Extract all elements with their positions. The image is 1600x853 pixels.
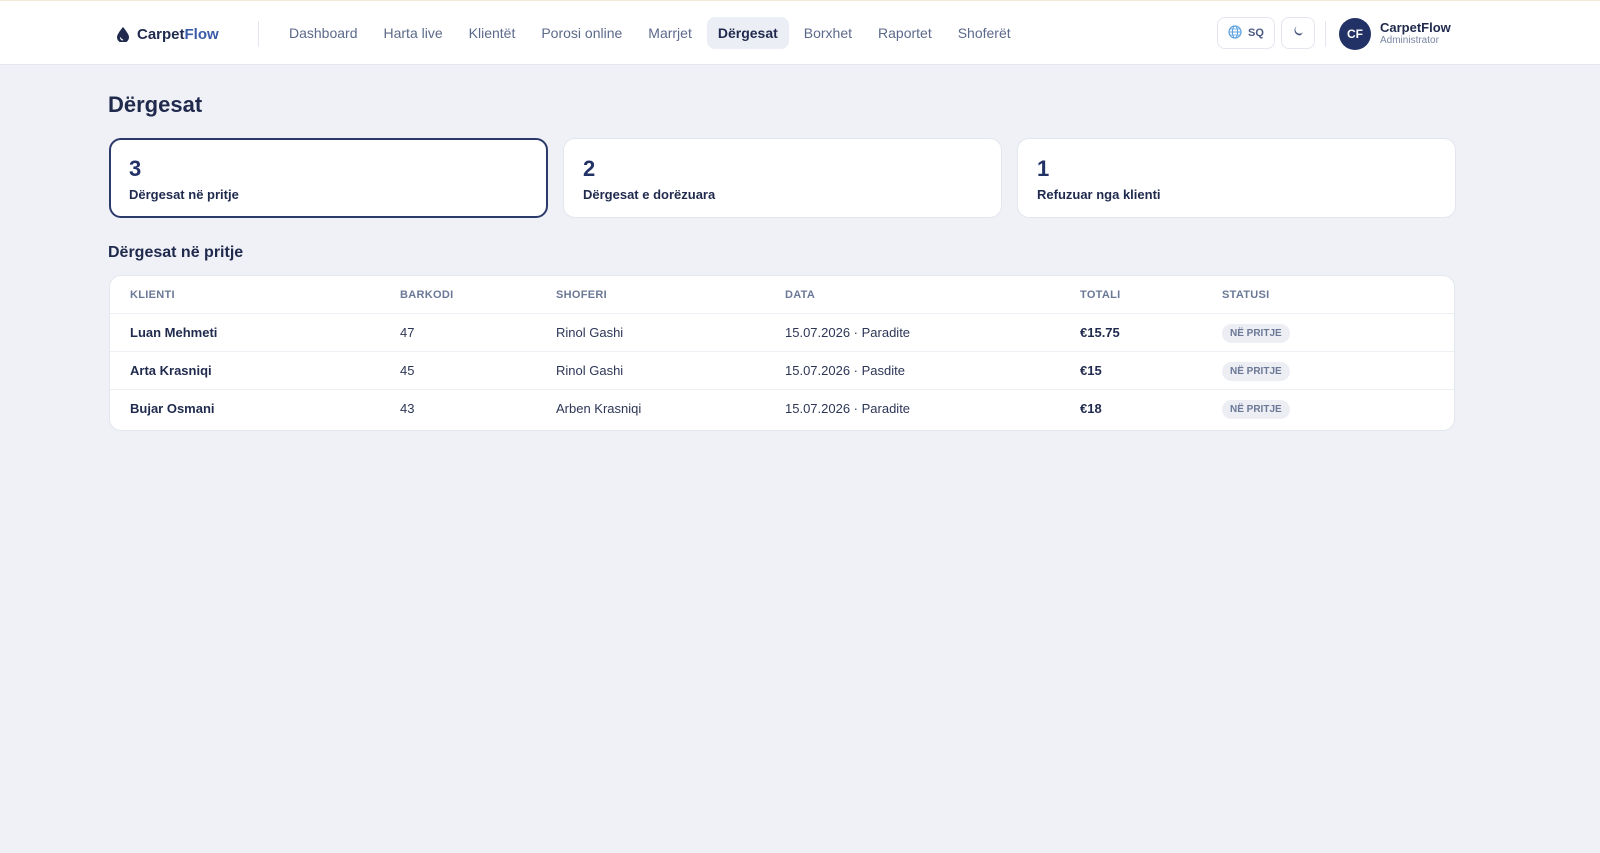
- divider: [1325, 21, 1326, 47]
- table-row[interactable]: Luan Mehmeti 47 Rinol Gashi 15.07.2026 ·…: [110, 314, 1454, 352]
- divider: [258, 21, 259, 47]
- main-nav: Dashboard Harta live Klientët Porosi onl…: [278, 17, 1022, 49]
- client-name: Luan Mehmeti: [130, 325, 218, 340]
- table-header: KLIENTI BARKODI SHOFERI DATA TOTALI STAT…: [110, 276, 1454, 314]
- brand-name-flow: Flow: [184, 25, 219, 43]
- status-cell: NË PRITJE: [1222, 314, 1290, 352]
- barcode: 45: [400, 363, 415, 378]
- barcode: 43: [400, 401, 415, 416]
- column-header-total[interactable]: TOTALI: [1080, 276, 1121, 314]
- nav-item-shoferet[interactable]: Shoferët: [947, 17, 1022, 49]
- table-row[interactable]: Bujar Osmani 43 Arben Krasniqi 15.07.202…: [110, 390, 1454, 428]
- total-amount: €15: [1080, 363, 1102, 378]
- delivery-date: 15.07.2026 · Paradite: [785, 401, 911, 416]
- stat-value: 1: [1037, 156, 1050, 181]
- language-button[interactable]: SQ: [1217, 17, 1275, 49]
- brand-name: CarpetFlow: [137, 26, 219, 43]
- nav-item-borxhet[interactable]: Borxhet: [793, 17, 863, 49]
- drop-icon: [117, 26, 129, 42]
- client-name: Bujar Osmani: [130, 401, 215, 416]
- driver-name: Rinol Gashi: [556, 325, 624, 340]
- theme-toggle-button[interactable]: [1281, 17, 1315, 49]
- stat-card-pending[interactable]: 3 Dërgesat në pritje: [109, 138, 548, 218]
- driver-name: Arben Krasniqi: [556, 401, 642, 416]
- status-badge: NË PRITJE: [1222, 324, 1290, 343]
- deliveries-table: KLIENTI BARKODI SHOFERI DATA TOTALI STAT…: [109, 275, 1455, 431]
- nav-item-dashboard[interactable]: Dashboard: [278, 17, 369, 49]
- nav-item-harta-live[interactable]: Harta live: [373, 17, 454, 49]
- total-amount: €18: [1080, 401, 1102, 416]
- stat-label: Dërgesat e dorëzuara: [583, 187, 716, 202]
- stat-label: Refuzuar nga klienti: [1037, 187, 1161, 202]
- moon-icon: [1292, 24, 1304, 42]
- nav-item-raportet[interactable]: Raportet: [867, 17, 943, 49]
- avatar[interactable]: CF: [1339, 18, 1371, 50]
- nav-item-klientet[interactable]: Klientët: [458, 17, 527, 49]
- driver-name: Rinol Gashi: [556, 363, 624, 378]
- nav-item-dergesat[interactable]: Dërgesat: [706, 17, 789, 49]
- column-header-driver[interactable]: SHOFERI: [556, 276, 607, 314]
- status-cell: NË PRITJE: [1222, 390, 1290, 428]
- total-amount: €15.75: [1080, 325, 1120, 340]
- stat-card-refused[interactable]: 1 Refuzuar nga klienti: [1017, 138, 1456, 218]
- stat-label: Dërgesat në pritje: [129, 187, 239, 202]
- globe-icon: [1228, 24, 1242, 42]
- delivery-date: 15.07.2026 · Paradite: [785, 325, 911, 340]
- delivery-date: 15.07.2026 · Pasdite: [785, 363, 905, 378]
- nav-item-porosi-online[interactable]: Porosi online: [530, 17, 633, 49]
- client-name: Arta Krasniqi: [130, 363, 212, 378]
- user-name: CarpetFlow: [1380, 20, 1451, 35]
- column-header-date[interactable]: DATA: [785, 276, 815, 314]
- status-cell: NË PRITJE: [1222, 352, 1290, 390]
- brand-name-carpet: Carpet: [137, 25, 185, 43]
- language-label: SQ: [1248, 27, 1264, 39]
- column-header-client[interactable]: KLIENTI: [130, 276, 175, 314]
- nav-item-marrjet[interactable]: Marrjet: [637, 17, 703, 49]
- column-header-barcode[interactable]: BARKODI: [400, 276, 453, 314]
- brand-logo[interactable]: CarpetFlow: [117, 22, 219, 46]
- barcode: 47: [400, 325, 415, 340]
- user-role: Administrator: [1380, 35, 1439, 46]
- stat-value: 3: [129, 156, 142, 181]
- page-title: Dërgesat: [108, 92, 203, 117]
- status-badge: NË PRITJE: [1222, 400, 1290, 419]
- column-header-status[interactable]: STATUSI: [1222, 276, 1270, 314]
- section-title: Dërgesat në pritje: [108, 244, 244, 261]
- stat-card-delivered[interactable]: 2 Dërgesat e dorëzuara: [563, 138, 1002, 218]
- stat-value: 2: [583, 156, 596, 181]
- status-badge: NË PRITJE: [1222, 362, 1290, 381]
- top-navigation-bar: CarpetFlow Dashboard Harta live Klientët…: [0, 0, 1600, 65]
- table-row[interactable]: Arta Krasniqi 45 Rinol Gashi 15.07.2026 …: [110, 352, 1454, 390]
